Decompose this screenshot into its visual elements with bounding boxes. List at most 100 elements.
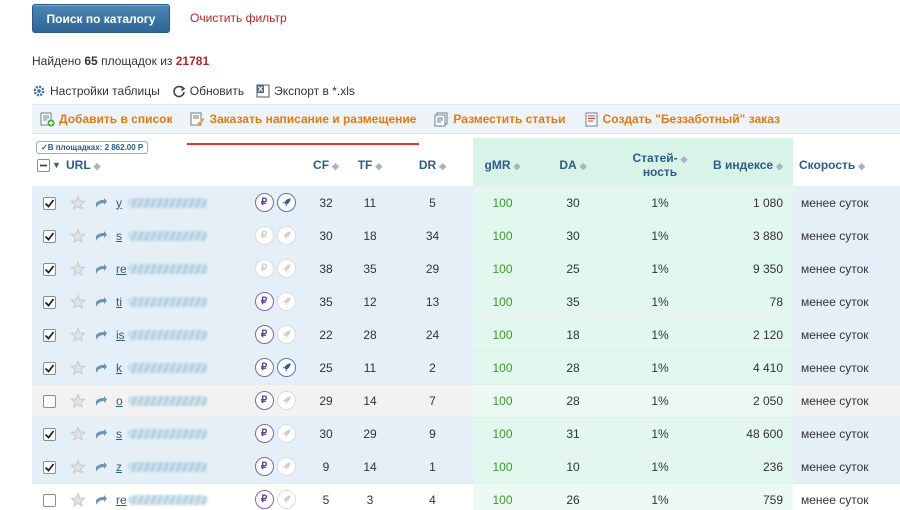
row-checkbox[interactable] <box>42 427 56 441</box>
table-settings-button[interactable]: Настройки таблицы <box>32 84 160 98</box>
clear-filter-link[interactable]: Очистить фильтр <box>190 11 287 25</box>
share-icon[interactable] <box>94 196 108 210</box>
ruble-icon[interactable]: ₽ <box>254 292 274 311</box>
tf-cell: 28 <box>348 317 392 351</box>
site-url-link[interactable]: s <box>116 229 128 243</box>
site-url-link[interactable]: z <box>116 460 128 474</box>
star-icon[interactable] <box>70 227 86 244</box>
table-row[interactable]: re ₽38 35 29 100 25 1% 9 350 менее суток <box>32 251 900 285</box>
row-checkbox[interactable] <box>42 493 56 507</box>
row-checkbox[interactable] <box>42 361 56 375</box>
star-icon[interactable] <box>70 326 86 343</box>
table-row[interactable]: ti ₽35 12 13 100 35 1% 78 менее суток <box>32 284 900 318</box>
ruble-icon[interactable]: ₽ <box>254 391 274 410</box>
rocket-icon[interactable] <box>276 259 296 278</box>
star-icon[interactable] <box>70 194 86 211</box>
star-icon[interactable] <box>70 359 86 376</box>
star-icon[interactable] <box>70 392 86 409</box>
row-select-cell[interactable] <box>32 251 66 285</box>
share-icon[interactable] <box>94 394 108 408</box>
share-icon[interactable] <box>94 295 108 309</box>
star-icon[interactable] <box>70 491 86 508</box>
place-articles-button[interactable]: Разместить статьи <box>434 112 566 127</box>
table-row[interactable]: z ₽9 14 1 100 10 1% 236 менее суток <box>32 449 900 483</box>
col-index[interactable]: В индексе ◆ <box>706 138 793 186</box>
ruble-icon[interactable]: ₽ <box>254 490 274 509</box>
site-url-link[interactable]: k <box>116 361 128 375</box>
ruble-icon[interactable]: ₽ <box>254 424 274 443</box>
create-carefree-order-button[interactable]: Создать "Беззаботный" заказ <box>584 112 780 127</box>
ruble-icon[interactable]: ₽ <box>254 259 274 278</box>
share-icon[interactable] <box>94 229 108 243</box>
col-dr[interactable]: DR ◆ <box>392 138 473 186</box>
site-url-link[interactable]: y <box>116 196 128 210</box>
table-row[interactable]: is ₽22 28 24 100 18 1% 2 120 менее суток <box>32 317 900 351</box>
rocket-icon[interactable] <box>276 358 296 377</box>
rocket-icon[interactable] <box>276 193 296 212</box>
table-row[interactable]: k ₽25 11 2 100 28 1% 4 410 менее суток <box>32 350 900 384</box>
rocket-icon[interactable] <box>276 325 296 344</box>
col-gmr[interactable]: gMR ◆ <box>473 138 532 186</box>
table-row[interactable]: s ₽30 18 34 100 30 1% 3 880 менее суток <box>32 218 900 252</box>
ruble-icon[interactable]: ₽ <box>254 226 274 245</box>
row-checkbox[interactable] <box>42 262 56 276</box>
share-icon[interactable] <box>94 493 108 507</box>
export-xls-button[interactable]: Экспорт в *.xls <box>256 84 355 98</box>
col-da[interactable]: DA ◆ <box>532 138 614 186</box>
order-writing-button[interactable]: Заказать написание и размещение <box>190 112 416 127</box>
rocket-icon[interactable] <box>276 457 296 476</box>
site-url-link[interactable]: ti <box>116 295 128 309</box>
row-checkbox[interactable] <box>42 328 56 342</box>
row-checkbox[interactable] <box>42 229 56 243</box>
rocket-icon[interactable] <box>276 424 296 443</box>
site-url-link[interactable]: is <box>116 328 128 342</box>
row-checkbox[interactable] <box>42 394 56 408</box>
chevron-down-icon[interactable]: ▼ <box>52 160 61 170</box>
row-select-cell[interactable] <box>32 284 66 318</box>
rocket-icon[interactable] <box>276 292 296 311</box>
ruble-icon[interactable]: ₽ <box>254 457 274 476</box>
star-icon[interactable] <box>70 260 86 277</box>
share-icon[interactable] <box>94 361 108 375</box>
site-url-link[interactable]: s <box>116 427 128 441</box>
star-icon[interactable] <box>70 458 86 475</box>
table-row[interactable]: o ₽29 14 7 100 28 1% 2 050 менее суток <box>32 383 900 417</box>
rocket-icon[interactable] <box>276 226 296 245</box>
site-url-link[interactable]: o <box>116 394 128 408</box>
site-url-link[interactable]: re <box>116 493 128 507</box>
row-select-cell[interactable] <box>32 482 66 510</box>
rocket-icon[interactable] <box>276 490 296 509</box>
rocket-icon[interactable] <box>276 391 296 410</box>
ruble-icon[interactable]: ₽ <box>254 325 274 344</box>
share-icon[interactable] <box>94 328 108 342</box>
select-all-checkbox[interactable] <box>37 158 51 172</box>
row-select-cell[interactable] <box>32 416 66 450</box>
row-checkbox[interactable] <box>42 460 56 474</box>
row-select-cell[interactable] <box>32 449 66 483</box>
share-icon[interactable] <box>94 427 108 441</box>
table-row[interactable]: y ₽32 11 5 100 30 1% 1 080 менее суток <box>32 185 900 219</box>
table-row[interactable]: re ₽5 3 4 100 26 1% 759 менее суток <box>32 482 900 510</box>
row-select-cell[interactable] <box>32 317 66 351</box>
col-speed[interactable]: Скорость ◆ <box>793 138 900 186</box>
row-checkbox[interactable] <box>42 295 56 309</box>
col-articles[interactable]: Статей- ◆ ность <box>614 138 706 186</box>
col-cf[interactable]: CF ◆ <box>304 138 348 186</box>
row-select-cell[interactable] <box>32 218 66 252</box>
row-select-cell[interactable] <box>32 350 66 384</box>
ruble-icon[interactable]: ₽ <box>254 358 274 377</box>
star-icon[interactable] <box>70 293 86 310</box>
table-row[interactable]: s ₽30 29 9 100 31 1% 48 600 менее суток <box>32 416 900 450</box>
share-icon[interactable] <box>94 460 108 474</box>
search-catalog-button[interactable]: Поиск по каталогу <box>32 4 170 33</box>
share-icon[interactable] <box>94 262 108 276</box>
ruble-icon[interactable]: ₽ <box>254 193 274 212</box>
site-url-link[interactable]: re <box>116 262 128 276</box>
col-tf[interactable]: TF ◆ <box>348 138 392 186</box>
refresh-button[interactable]: Обновить <box>172 84 244 98</box>
star-icon[interactable] <box>70 425 86 442</box>
row-select-cell[interactable] <box>32 185 66 219</box>
add-to-list-button[interactable]: Добавить в список <box>40 112 172 127</box>
row-checkbox[interactable] <box>42 196 56 210</box>
row-select-cell[interactable] <box>32 383 66 417</box>
